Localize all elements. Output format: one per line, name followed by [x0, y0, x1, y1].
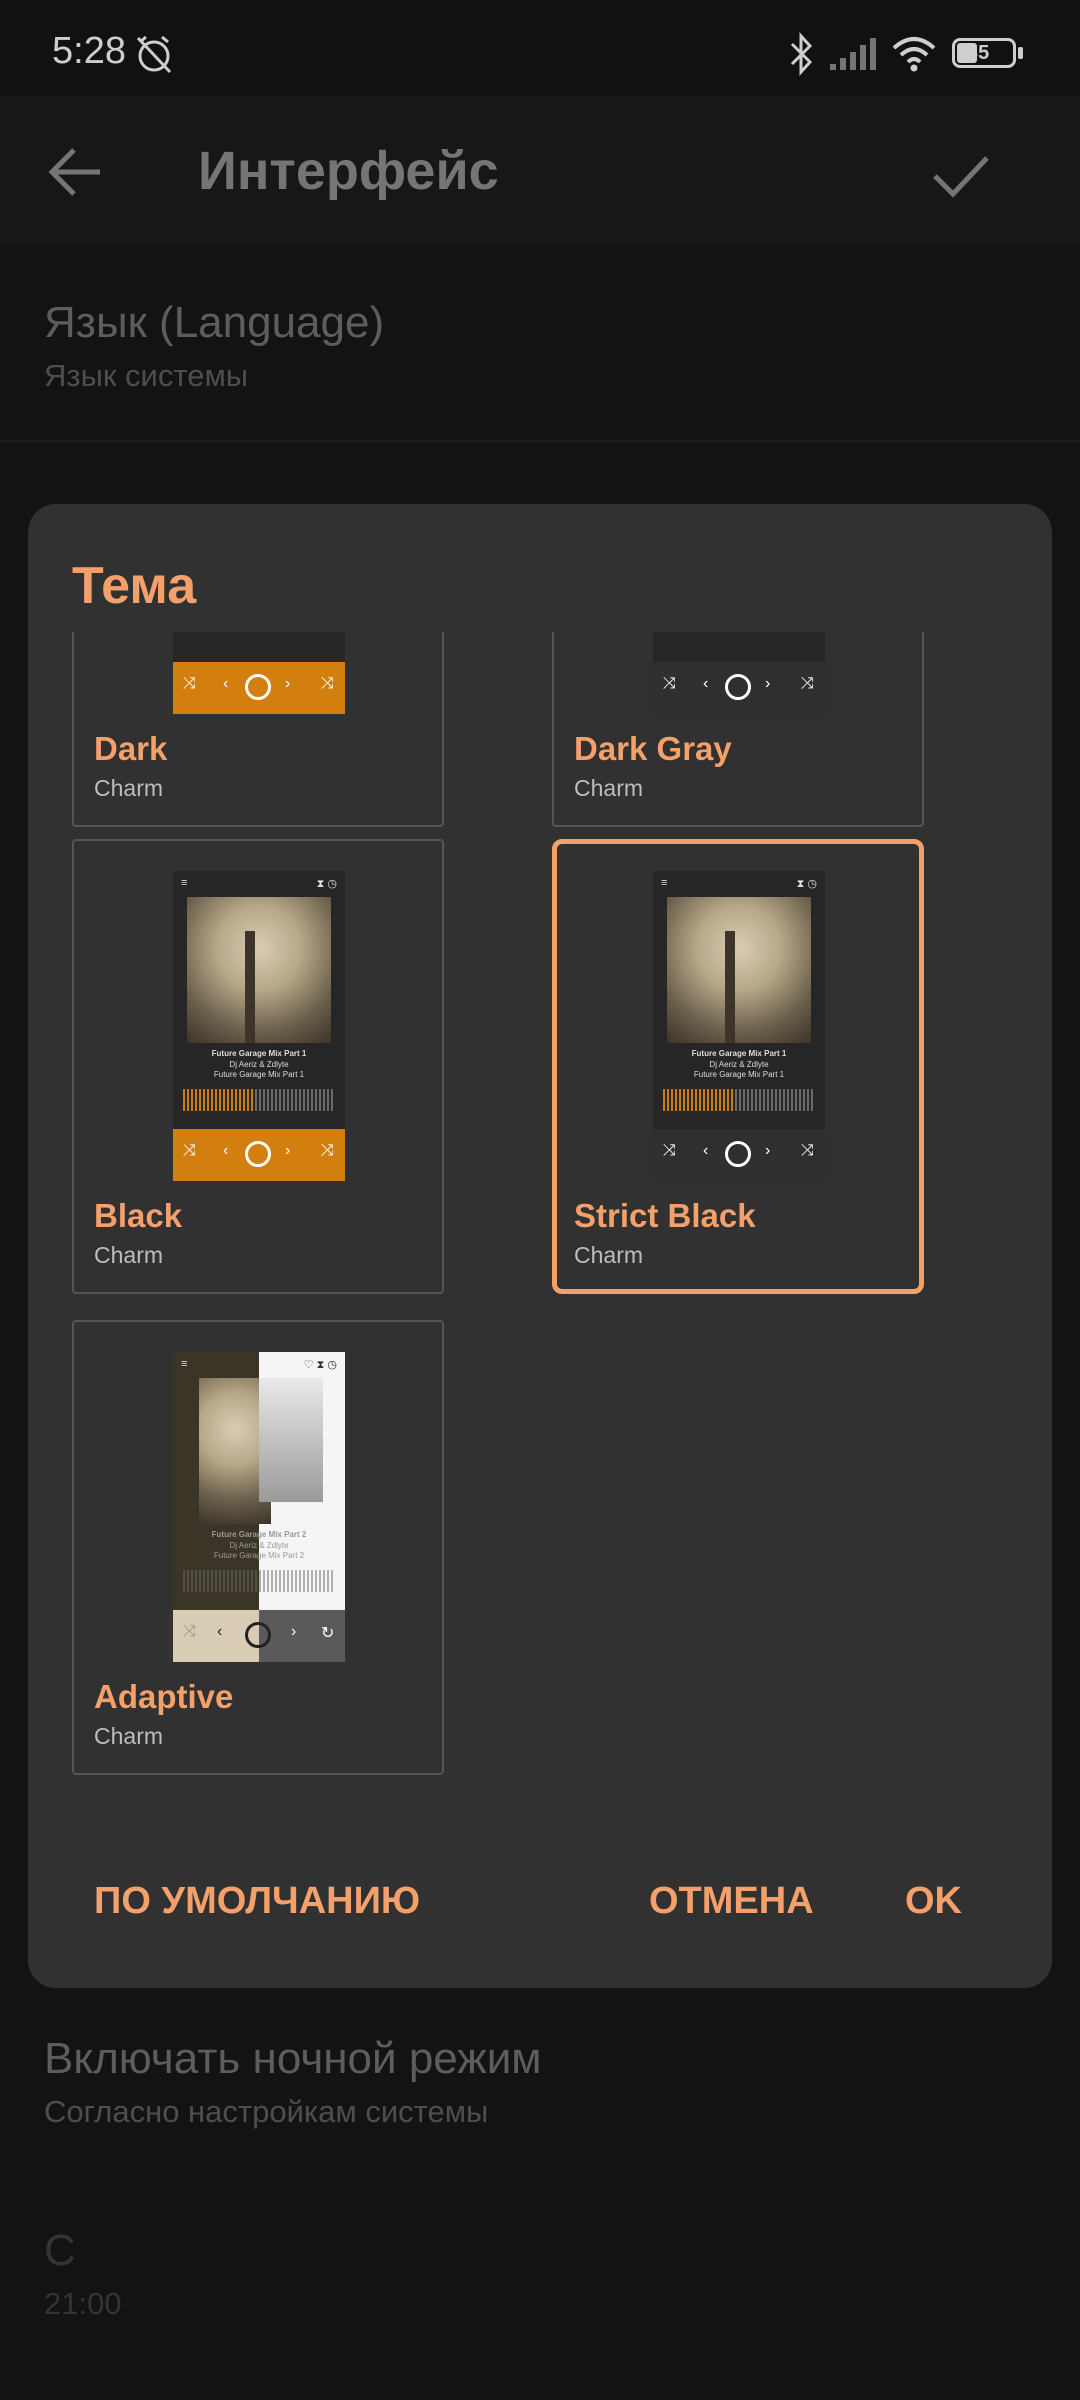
- preview-track-title: Future Garage Mix Part 1: [211, 1049, 307, 1058]
- preview-controls: ⤨ ‹ › ↻: [173, 1610, 345, 1662]
- theme-name: Dark Gray: [574, 730, 732, 767]
- prev-icon: ‹: [223, 675, 229, 692]
- theme-author: Charm: [94, 775, 164, 801]
- preview-track-title: Future Garage Mix Part 2: [211, 1530, 307, 1539]
- theme-preview: ≡ ⧗ ◷ Future Garage Mix Part 1 Dj Aeriz &…: [173, 871, 345, 1181]
- theme-preview: ≡ ♡ ⧗ ◷ Future Garage Mix Part 2 Dj Aeriz…: [173, 1352, 345, 1662]
- next-icon: ›: [765, 675, 771, 692]
- preview-album-art-2: [259, 1378, 323, 1502]
- preview-controls: ⤨ ‹ › ⤨: [653, 662, 825, 714]
- theme-grid[interactable]: ⤨ ‹ › ⤨ Dark Charm ⤨ ‹ › ⤨ Dark Gray Cha…: [28, 632, 1052, 1792]
- preview-waveform: [183, 1570, 335, 1592]
- play-icon: [725, 674, 751, 700]
- preview-album: Future Garage Mix Part 1: [213, 1070, 305, 1079]
- preview-controls: ⤨ ‹ › ⤨: [173, 662, 345, 714]
- repeat-icon: ↻: [321, 1625, 335, 1642]
- dialog-title: Тема: [72, 557, 197, 615]
- preview-artist: Dj Aeriz & Zdlyte: [229, 1541, 289, 1550]
- theme-card-dark-gray[interactable]: ⤨ ‹ › ⤨ Dark Gray Charm: [552, 632, 924, 827]
- next-icon: ›: [285, 675, 291, 692]
- cancel-button[interactable]: ОТМЕНА: [649, 1880, 814, 1923]
- default-button[interactable]: ПО УМОЛЧАНИЮ: [94, 1880, 420, 1923]
- theme-author: Charm: [94, 1242, 164, 1268]
- play-icon: [725, 1141, 751, 1167]
- play-icon: [245, 1622, 271, 1648]
- preview-artist: Dj Aeriz & Zdlyte: [229, 1060, 289, 1069]
- preview-controls: ⤨ ‹ › ⤨: [173, 1129, 345, 1181]
- ok-button[interactable]: OK: [905, 1880, 962, 1923]
- theme-card-black[interactable]: ≡ ⧗ ◷ Future Garage Mix Part 1 Dj Aeriz &…: [72, 839, 444, 1294]
- theme-card-strict-black[interactable]: ≡ ⧗ ◷ Future Garage Mix Part 1 Dj Aeriz &…: [552, 839, 924, 1294]
- preview-album: Future Garage Mix Part 1: [693, 1070, 785, 1079]
- preview-tree: [245, 931, 255, 1043]
- shuffle-icon: ⤨: [183, 1142, 196, 1159]
- play-icon: [245, 674, 271, 700]
- next-icon: ›: [291, 1623, 297, 1640]
- preview-waveform: [183, 1089, 335, 1111]
- repeat-icon: ⤨: [801, 1142, 814, 1159]
- next-icon: ›: [765, 1142, 771, 1159]
- preview-toolbar: ≡ ♡ ⧗ ◷: [181, 1358, 337, 1371]
- preview-tree: [725, 931, 735, 1043]
- shuffle-icon: ⤨: [183, 1623, 196, 1640]
- theme-name: Strict Black: [574, 1197, 756, 1234]
- preview-controls: ⤨ ‹ › ⤨: [653, 1129, 825, 1181]
- theme-author: Charm: [574, 1242, 644, 1268]
- preview-toolbar: ≡ ⧗ ◷: [181, 877, 337, 890]
- shuffle-icon: ⤨: [663, 1142, 676, 1159]
- theme-card-dark[interactable]: ⤨ ‹ › ⤨ Dark Charm: [72, 632, 444, 827]
- preview-toolbar: ≡ ⧗ ◷: [661, 877, 817, 890]
- preview-album-art: [187, 897, 331, 1043]
- theme-author: Charm: [574, 775, 644, 801]
- shuffle-icon: ⤨: [663, 675, 676, 692]
- prev-icon: ‹: [223, 1142, 229, 1159]
- theme-preview: ≡ ⧗ ◷ Future Garage Mix Part 1 Dj Aeriz &…: [653, 871, 825, 1181]
- theme-name: Adaptive: [94, 1678, 234, 1715]
- play-icon: [245, 1141, 271, 1167]
- prev-icon: ‹: [703, 675, 709, 692]
- repeat-icon: ⤨: [321, 1142, 334, 1159]
- theme-preview: ⤨ ‹ › ⤨: [653, 632, 825, 714]
- theme-preview: ⤨ ‹ › ⤨: [173, 632, 345, 714]
- preview-album: Future Garage Mix Part 2: [213, 1551, 305, 1560]
- shuffle-icon: ⤨: [183, 675, 196, 692]
- theme-card-adaptive[interactable]: ≡ ♡ ⧗ ◷ Future Garage Mix Part 2 Dj Aeriz…: [72, 1320, 444, 1775]
- prev-icon: ‹: [703, 1142, 709, 1159]
- repeat-icon: ⤨: [321, 675, 334, 692]
- repeat-icon: ⤨: [801, 675, 814, 692]
- theme-name: Black: [94, 1197, 183, 1234]
- next-icon: ›: [285, 1142, 291, 1159]
- preview-track-title: Future Garage Mix Part 1: [691, 1049, 787, 1058]
- theme-author: Charm: [94, 1723, 164, 1749]
- preview-waveform: [663, 1089, 815, 1111]
- theme-dialog: Тема ⤨ ‹ › ⤨ Dark Charm ⤨ ‹ › ⤨ Dark Gra…: [28, 504, 1052, 1988]
- preview-album-art: [667, 897, 811, 1043]
- theme-name: Dark: [94, 730, 168, 767]
- preview-artist: Dj Aeriz & Zdlyte: [709, 1060, 769, 1069]
- prev-icon: ‹: [217, 1623, 223, 1640]
